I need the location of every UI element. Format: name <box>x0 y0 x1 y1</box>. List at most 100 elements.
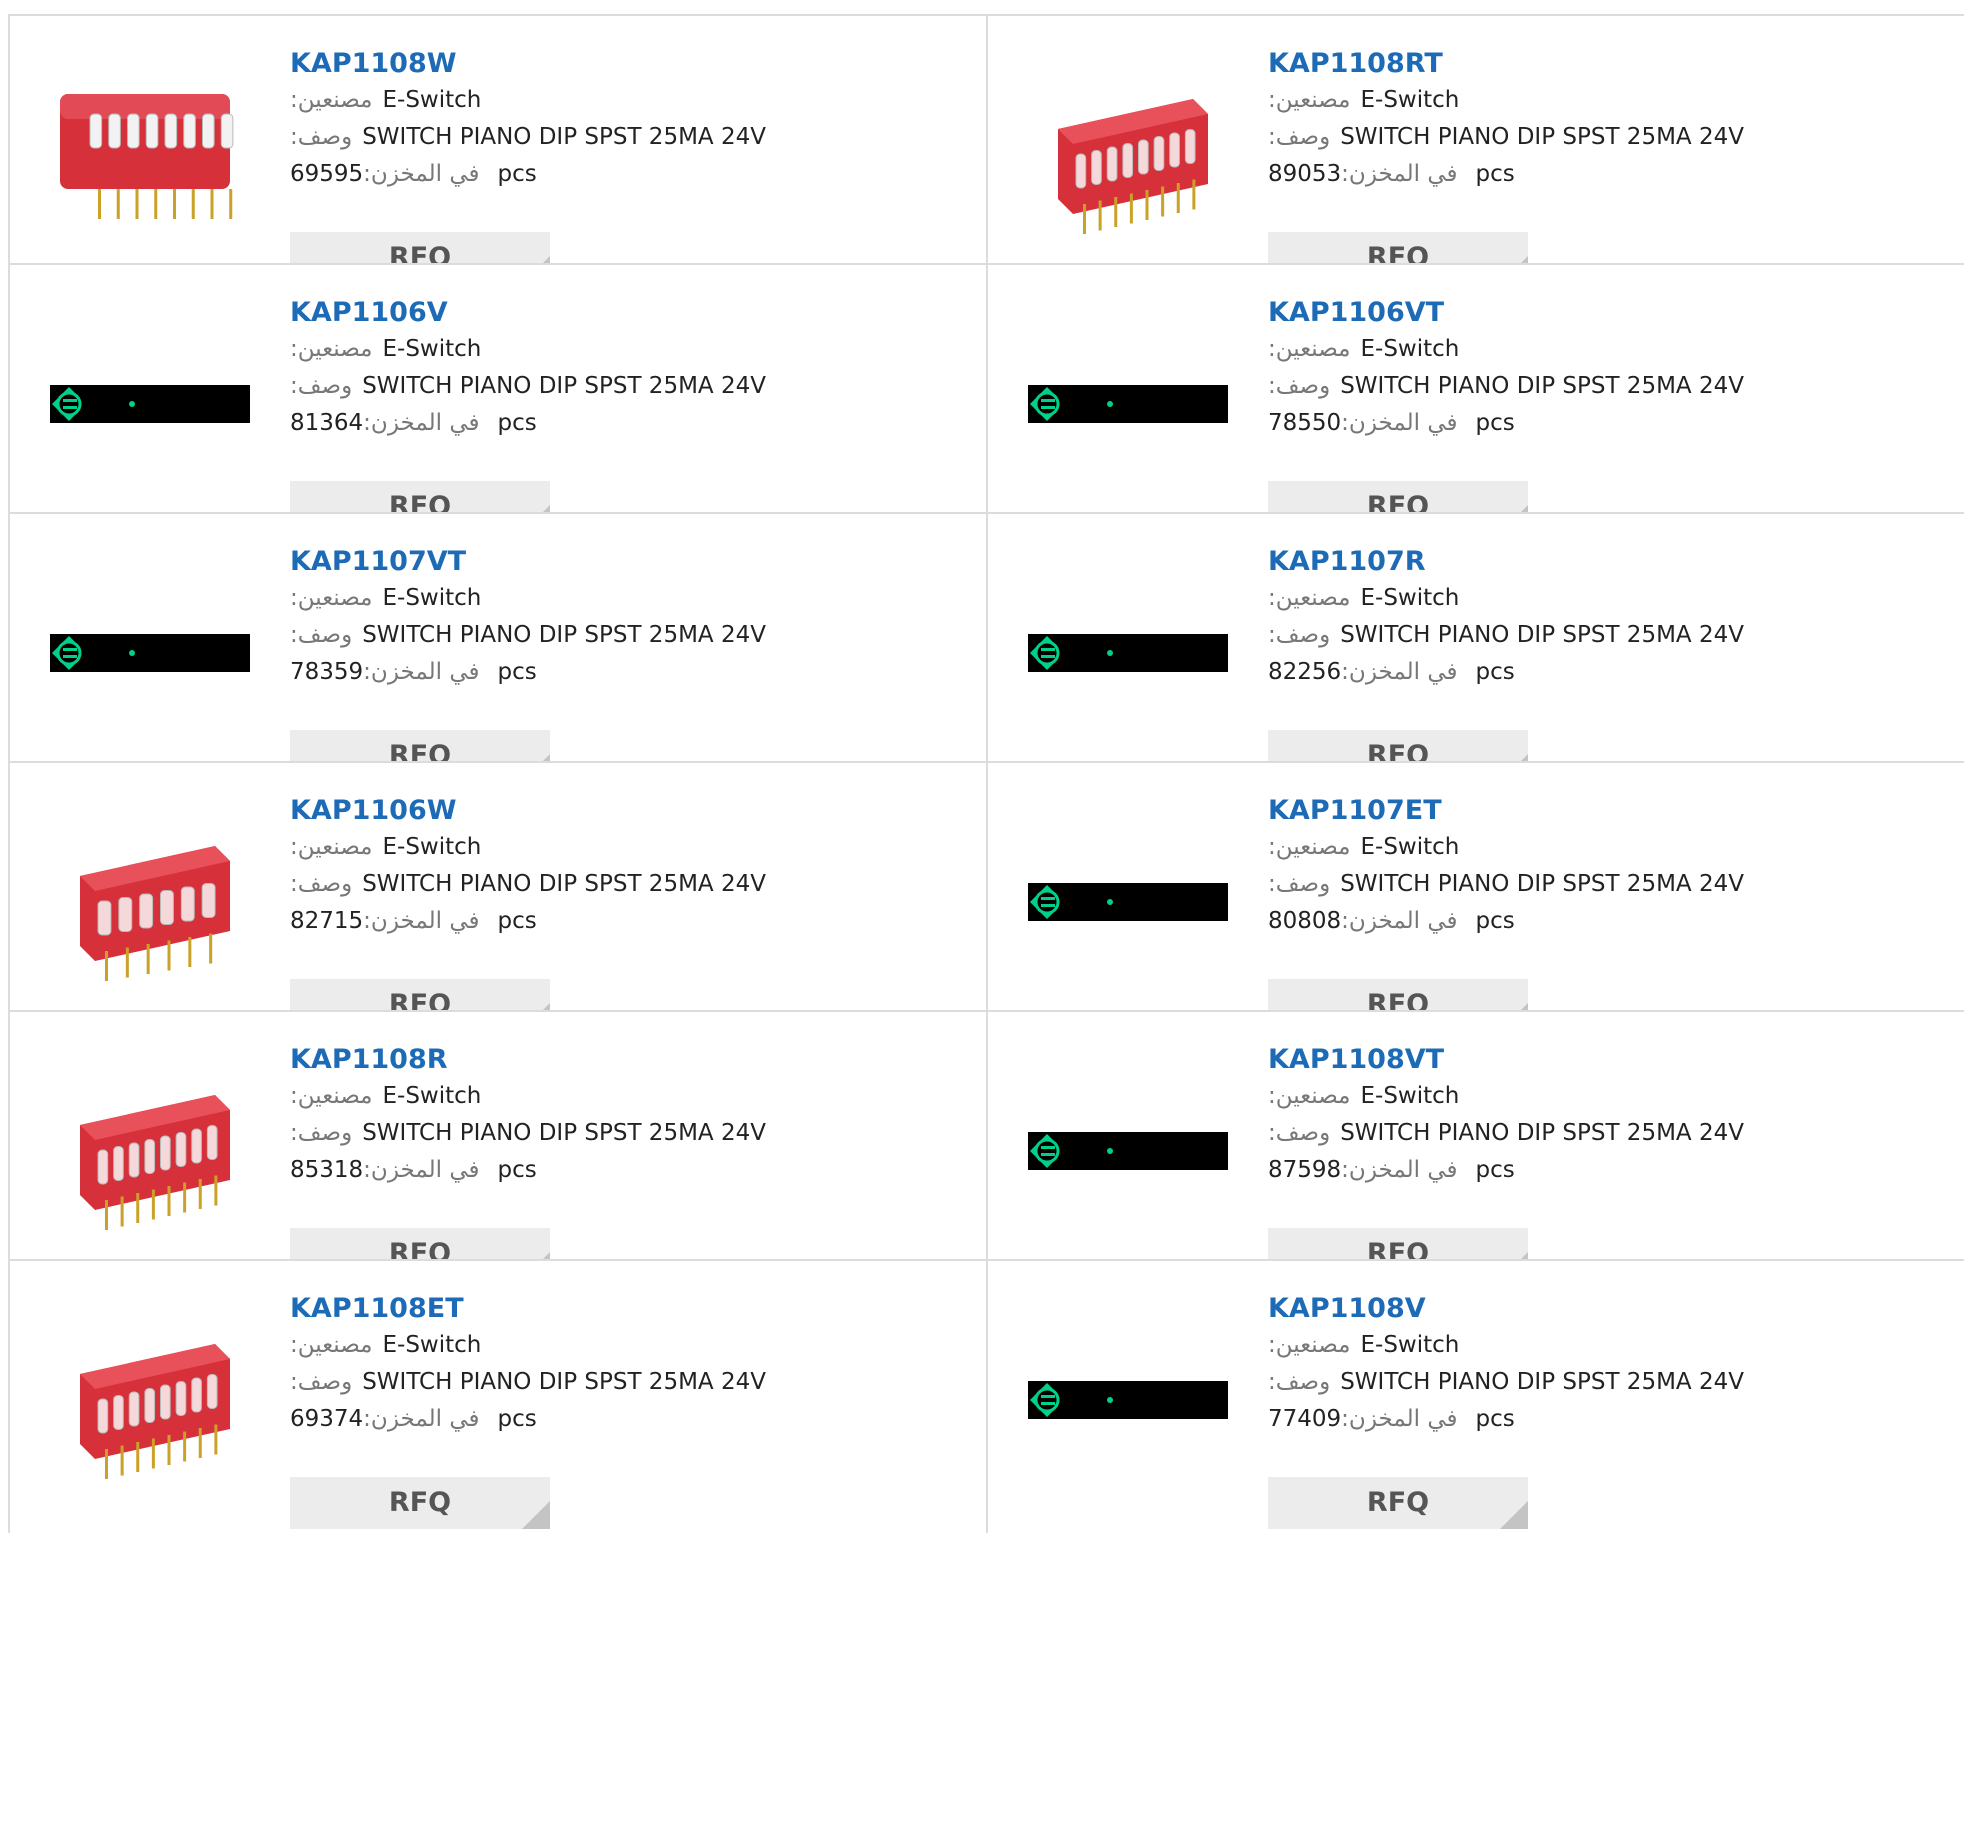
manufacturer-line: :مصنعين E-Switch <box>290 331 940 368</box>
manufacturer-value[interactable]: E-Switch <box>1361 1083 1460 1109</box>
product-image[interactable] <box>50 1299 250 1499</box>
part-number-link[interactable]: KAP1108V <box>1268 1291 1426 1327</box>
part-number-link[interactable]: KAP1108RT <box>1268 46 1443 82</box>
manufacturer-line: :مصنعين E-Switch <box>1268 1327 1918 1364</box>
stock-value: 82715 <box>290 908 364 934</box>
product-image[interactable] <box>50 1050 250 1250</box>
product-card: KAP1108V:مصنعين E-Switch:وصف SWITCH PIANO … <box>988 1261 1964 1533</box>
manufacturer-value[interactable]: E-Switch <box>383 1332 482 1358</box>
product-info: KAP1108R :مصنعين E-Switch :وصف SWITCH PIANO … <box>290 1042 940 1280</box>
description-value: SWITCH PIANO DIP SPST 25MA 24V <box>1340 124 1744 150</box>
manufacturer-line: :مصنعين E-Switch <box>290 829 940 866</box>
manufacturer-value[interactable]: E-Switch <box>1361 585 1460 611</box>
product-info: KAP1107ET :مصنعين E-Switch :وصف SWITCH PIANO… <box>1268 793 1918 1031</box>
product-row: KAP1108R :مصنعين E-Switch :وصف SWITCH PIANO … <box>8 1010 1964 1284</box>
product-card: KAP1106VT:مصنعين E-Switch:وصف SWITCH PIANO… <box>988 265 1964 535</box>
stock-label: :في المخزن <box>1341 908 1458 934</box>
stock-label: :في المخزن <box>1341 1406 1458 1432</box>
manufacturer-value[interactable]: E-Switch <box>1361 1332 1460 1358</box>
product-info: KAP1106V:مصنعين E-Switch:وصف SWITCH PIANO … <box>290 295 940 533</box>
product-card: KAP1108RT:مصنعين E-Switch:وصف SWITCH PIANO… <box>988 16 1964 286</box>
manufacturer-value[interactable]: E-Switch <box>1361 336 1460 362</box>
product-image[interactable] <box>50 54 250 254</box>
rfq-button[interactable]: RFQ <box>1268 1477 1528 1529</box>
product-info: KAP1107VT:مصنعين E-Switch:وصف SWITCH PIANO… <box>290 544 940 782</box>
stock-line: 82715:في المخزن pcs <box>290 903 940 940</box>
manufacturer-line: :مصنعين E-Switch <box>290 1078 940 1115</box>
stock-value: 81364 <box>290 410 364 436</box>
stock-line: 89053:في المخزن pcs <box>1268 156 1918 193</box>
manufacturer-value[interactable]: E-Switch <box>383 87 482 113</box>
stock-unit: pcs <box>1475 161 1515 187</box>
product-row: KAP1106V:مصنعين E-Switch:وصف SWITCH PIANO … <box>8 263 1964 537</box>
image-placeholder-icon[interactable] <box>50 303 250 503</box>
part-number-link[interactable]: KAP1108W <box>290 46 457 82</box>
description-line: :وصف SWITCH PIANO DIP SPST 25MA 24V <box>1268 617 1918 654</box>
description-line: :وصف SWITCH PIANO DIP SPST 25MA 24V <box>290 617 940 654</box>
product-row: KAP1108ET:مصنعين E-Switch:وصف SWITCH PIANO… <box>8 1259 1964 1533</box>
stock-unit: pcs <box>1475 908 1515 934</box>
product-info: KAP1108RT:مصنعين E-Switch:وصف SWITCH PIANO… <box>1268 46 1918 284</box>
stock-value: 80808 <box>1268 908 1342 934</box>
stock-label: :في المخزن <box>1341 1157 1458 1183</box>
image-placeholder-icon[interactable] <box>1028 552 1228 752</box>
product-image[interactable] <box>1028 54 1228 254</box>
stock-label: :في المخزن <box>363 908 480 934</box>
image-placeholder-icon[interactable] <box>50 552 250 752</box>
manufacturer-value[interactable]: E-Switch <box>383 1083 482 1109</box>
product-card: KAP1108VT:مصنعين E-Switch:وصف SWITCH PIANO… <box>988 1012 1964 1282</box>
stock-unit: pcs <box>497 161 537 187</box>
stock-label: :في المخزن <box>1341 161 1458 187</box>
stock-label: :في المخزن <box>1341 410 1458 436</box>
description-line: :وصف SWITCH PIANO DIP SPST 25MA 24V <box>290 1364 940 1401</box>
part-number-link[interactable]: KAP1106V <box>290 295 448 331</box>
stock-unit: pcs <box>497 410 537 436</box>
manufacturer-label: :مصنعين <box>290 87 373 113</box>
image-placeholder-icon[interactable] <box>1028 1299 1228 1499</box>
product-info: KAP1108VT:مصنعين E-Switch:وصف SWITCH PIANO… <box>1268 1042 1918 1280</box>
image-placeholder-icon[interactable] <box>1028 303 1228 503</box>
description-label: :وصف <box>1268 373 1331 399</box>
stock-value: 78359 <box>290 659 364 685</box>
manufacturer-value[interactable]: E-Switch <box>1361 834 1460 860</box>
description-label: :وصف <box>290 373 353 399</box>
product-card: KAP1106V:مصنعين E-Switch:وصف SWITCH PIANO … <box>10 265 988 535</box>
manufacturer-value[interactable]: E-Switch <box>383 336 482 362</box>
stock-line: 85318:في المخزن pcs <box>290 1152 940 1189</box>
manufacturer-label: :مصنعين <box>1268 834 1351 860</box>
description-label: :وصف <box>1268 871 1331 897</box>
product-card: KAP1107R :مصنعين E-Switch :وصف SWITCH PIANO … <box>988 514 1964 784</box>
part-number-link[interactable]: KAP1108ET <box>290 1291 464 1327</box>
image-placeholder-icon[interactable] <box>1028 1050 1228 1250</box>
stock-line: 87598:في المخزن pcs <box>1268 1152 1918 1189</box>
description-line: :وصف SWITCH PIANO DIP SPST 25MA 24V <box>1268 866 1918 903</box>
rfq-button[interactable]: RFQ <box>290 1477 550 1529</box>
description-label: :وصف <box>1268 124 1331 150</box>
manufacturer-value[interactable]: E-Switch <box>383 585 482 611</box>
manufacturer-line: :مصنعين E-Switch <box>1268 1078 1918 1115</box>
manufacturer-value[interactable]: E-Switch <box>383 834 482 860</box>
manufacturer-value[interactable]: E-Switch <box>1361 87 1460 113</box>
corner-triangle-icon <box>522 1501 550 1529</box>
manufacturer-line: :مصنعين E-Switch <box>1268 331 1918 368</box>
image-placeholder-icon[interactable] <box>1028 801 1228 1001</box>
stock-line: 82256:في المخزن pcs <box>1268 654 1918 691</box>
description-line: :وصف SWITCH PIANO DIP SPST 25MA 24V <box>1268 1364 1918 1401</box>
part-number-link[interactable]: KAP1107VT <box>290 544 466 580</box>
manufacturer-label: :مصنعين <box>290 1083 373 1109</box>
product-image[interactable] <box>50 801 250 1001</box>
description-value: SWITCH PIANO DIP SPST 25MA 24V <box>1340 871 1744 897</box>
product-row: KAP1108W :مصنعين E-Switch :وصف SWITCH PIANO … <box>8 14 1964 288</box>
manufacturer-label: :مصنعين <box>1268 585 1351 611</box>
part-number-link[interactable]: KAP1106VT <box>1268 295 1444 331</box>
stock-value: 69595 <box>290 161 364 187</box>
description-line: :وصف SWITCH PIANO DIP SPST 25MA 24V <box>290 1115 940 1152</box>
stock-label: :في المخزن <box>363 659 480 685</box>
part-number-link[interactable]: KAP1106W <box>290 793 457 829</box>
manufacturer-line: :مصنعين E-Switch <box>290 580 940 617</box>
part-number-link[interactable]: KAP1107R <box>1268 544 1426 580</box>
part-number-link[interactable]: KAP1108R <box>290 1042 448 1078</box>
part-number-link[interactable]: KAP1107ET <box>1268 793 1442 829</box>
part-number-link[interactable]: KAP1108VT <box>1268 1042 1444 1078</box>
manufacturer-label: :مصنعين <box>1268 336 1351 362</box>
